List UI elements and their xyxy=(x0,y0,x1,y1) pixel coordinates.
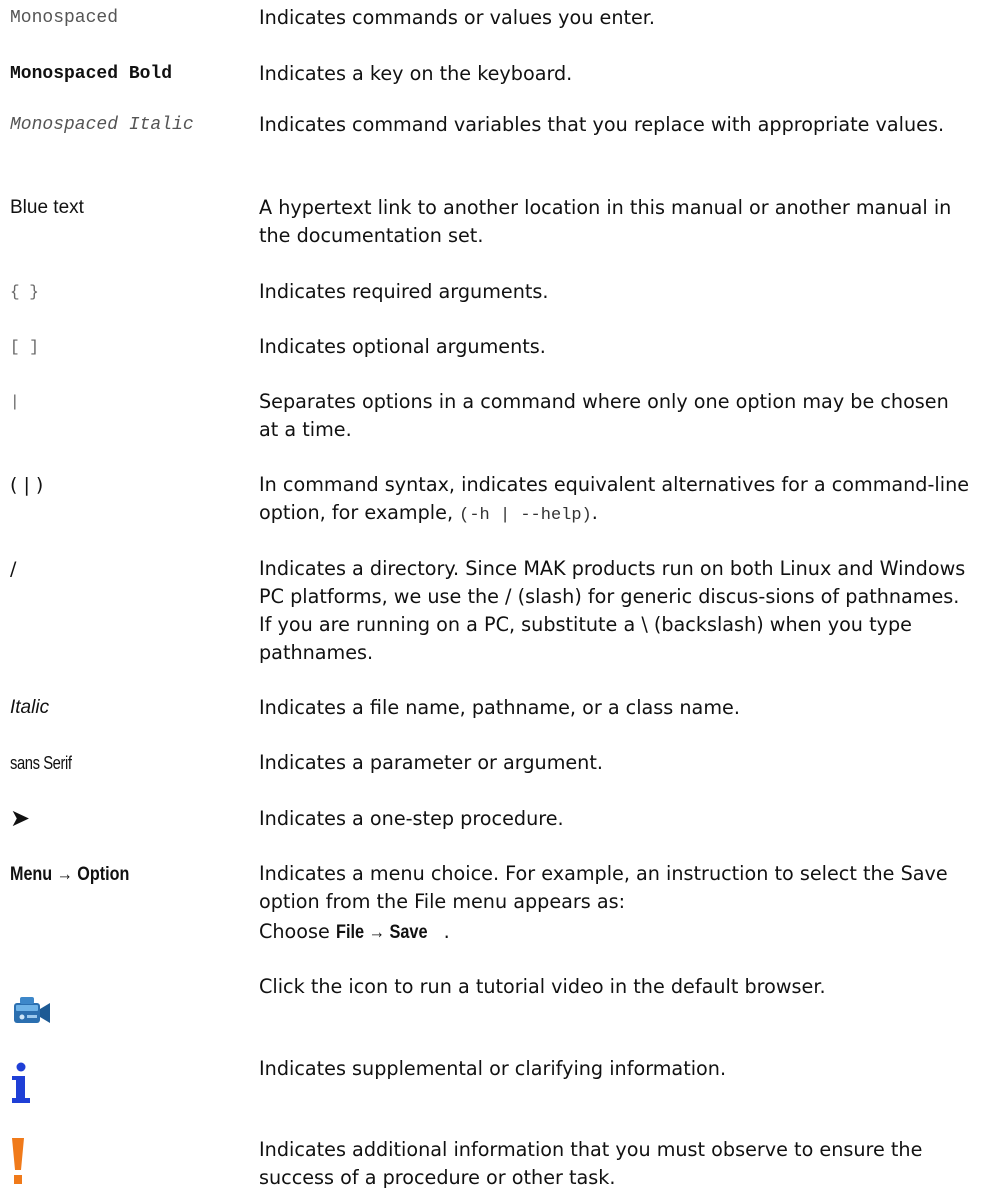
convention-row: / Indicates a directory. Since MAK produ… xyxy=(0,555,984,671)
term-monospaced-italic: Monospaced Italic xyxy=(10,115,194,135)
convention-row: ( | ) In command syntax, indicates equiv… xyxy=(0,471,984,531)
example-suffix: . xyxy=(443,920,450,943)
term-blue-text: Blue text xyxy=(10,197,84,218)
convention-row: sans Serif Indicates a parameter or argu… xyxy=(0,749,984,779)
example-prefix: Choose xyxy=(259,920,336,943)
description: Indicates a directory. Since MAK product… xyxy=(259,557,966,664)
convention-row: ➤ Indicates a one-step procedure. xyxy=(0,805,984,835)
convention-row: Monospaced Bold Indicates a key on the k… xyxy=(0,60,984,90)
term-brackets: [ ] xyxy=(10,338,39,356)
convention-row: Menu → Option Indicates a menu choice. F… xyxy=(0,860,984,950)
procedure-arrow-icon: ➤ xyxy=(10,804,31,832)
example-menu-path: File → Save xyxy=(335,922,428,943)
convention-row: [ ] Indicates optional arguments. xyxy=(0,333,984,363)
term-pipe: | xyxy=(10,393,20,411)
description: Indicates a menu choice. For example, an… xyxy=(259,860,971,947)
convention-row: Click the icon to run a tutorial video i… xyxy=(0,973,984,1033)
convention-row: | Separates options in a command where o… xyxy=(0,388,984,448)
term-parens-pipe: ( | ) xyxy=(10,474,44,496)
convention-row: Monospaced Italic Indicates command vari… xyxy=(0,111,984,171)
description: In command syntax, indicates equivalent … xyxy=(259,471,971,530)
menu-example: Choose File → Save. xyxy=(259,918,971,947)
term-sans-serif: sans Serif xyxy=(10,753,72,773)
description: Indicates commands or values you enter. xyxy=(259,6,656,29)
term-menu-option: Menu → Option xyxy=(10,864,130,885)
term-braces: { } xyxy=(10,283,39,301)
term-monospaced: Monospaced xyxy=(10,8,119,28)
convention-row: { } Indicates required arguments. xyxy=(0,278,984,308)
video-camera-icon[interactable] xyxy=(10,995,52,1031)
convention-row: Monospaced Indicates commands or values … xyxy=(0,4,984,34)
term-monospaced-bold: Monospaced Bold xyxy=(10,64,173,84)
description: Indicates a one-step procedure. xyxy=(259,807,564,830)
description: Indicates a key on the keyboard. xyxy=(259,62,573,85)
exclamation-icon xyxy=(10,1138,26,1190)
convention-row: Italic Indicates a file name, pathname, … xyxy=(0,694,984,724)
description-text: Indicates a menu choice. For example, an… xyxy=(259,862,948,913)
inline-code-example: (-h | --help) xyxy=(459,506,592,525)
description: Indicates supplemental or clarifying inf… xyxy=(259,1057,727,1080)
description: Indicates a file name, pathname, or a cl… xyxy=(259,696,740,719)
description: Indicates command variables that you rep… xyxy=(259,113,945,136)
term-italic: Italic xyxy=(10,697,50,718)
term-slash: / xyxy=(10,558,17,580)
description: A hypertext link to another location in … xyxy=(259,196,952,247)
description: Indicates a parameter or argument. xyxy=(259,751,603,774)
description-text: In command syntax, indicates equivalent … xyxy=(259,473,970,524)
description: Indicates additional information that yo… xyxy=(259,1138,923,1189)
info-icon xyxy=(10,1061,32,1109)
description: Indicates optional arguments. xyxy=(259,335,546,358)
description: Separates options in a command where onl… xyxy=(259,390,949,441)
description: Indicates required arguments. xyxy=(259,280,549,303)
convention-row: Blue text A hypertext link to another lo… xyxy=(0,194,984,254)
convention-row: Indicates additional information that yo… xyxy=(0,1136,984,1196)
description-end: . xyxy=(591,501,598,524)
description: Click the icon to run a tutorial video i… xyxy=(259,975,826,998)
convention-row: Indicates supplemental or clarifying inf… xyxy=(0,1055,984,1115)
